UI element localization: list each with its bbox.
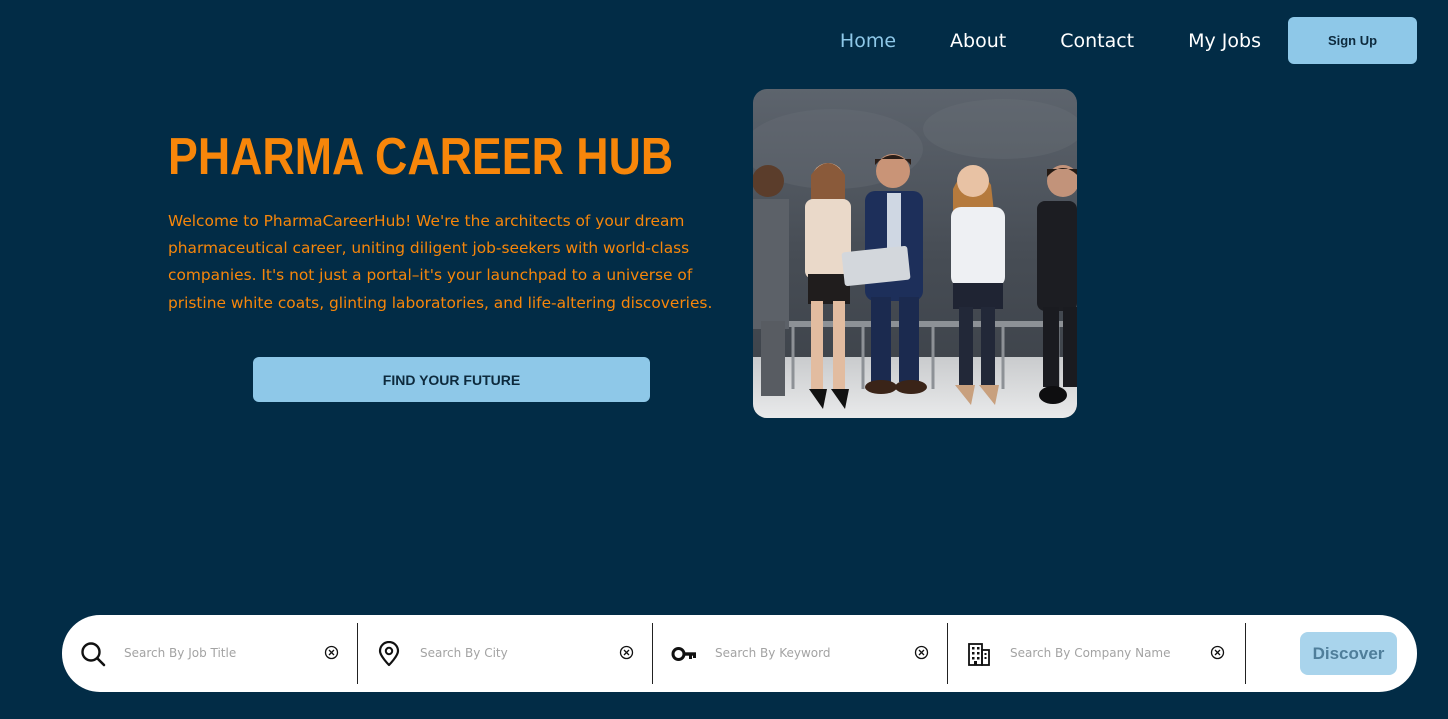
company-search-field	[948, 615, 1245, 692]
keyword-input[interactable]	[715, 643, 905, 663]
nav-link-contact[interactable]: Contact	[1060, 30, 1134, 52]
hero-title: PHARMA CAREER HUB	[168, 128, 674, 186]
search-icon	[80, 641, 106, 667]
clear-keyword-icon[interactable]	[914, 645, 929, 660]
nav-link-my-jobs[interactable]: My Jobs	[1188, 30, 1261, 52]
hero-description: Welcome to PharmaCareerHub! We're the ar…	[168, 212, 713, 312]
building-icon	[966, 641, 992, 667]
clear-job-title-icon[interactable]	[324, 645, 339, 660]
sign-up-button[interactable]: Sign Up	[1288, 17, 1417, 64]
discover-button[interactable]: Discover	[1300, 632, 1397, 675]
city-input[interactable]	[420, 643, 610, 663]
find-your-future-button[interactable]: FIND YOUR FUTURE	[253, 357, 650, 402]
city-search-field	[358, 615, 652, 692]
key-icon	[671, 641, 697, 667]
job-title-input[interactable]	[124, 643, 314, 663]
clear-company-icon[interactable]	[1210, 645, 1225, 660]
job-search-bar: Discover	[62, 615, 1417, 692]
keyword-search-field	[653, 615, 947, 692]
clear-city-icon[interactable]	[619, 645, 634, 660]
nav-link-about[interactable]: About	[950, 30, 1006, 52]
map-pin-icon	[376, 640, 402, 667]
hero-photo	[753, 89, 1077, 418]
main-nav: Home About Contact My Jobs Sign Up	[840, 17, 1417, 64]
job-title-search-field	[62, 615, 357, 692]
nav-link-home[interactable]: Home	[840, 30, 896, 52]
search-divider	[1245, 623, 1246, 684]
company-name-input[interactable]	[1010, 643, 1200, 663]
